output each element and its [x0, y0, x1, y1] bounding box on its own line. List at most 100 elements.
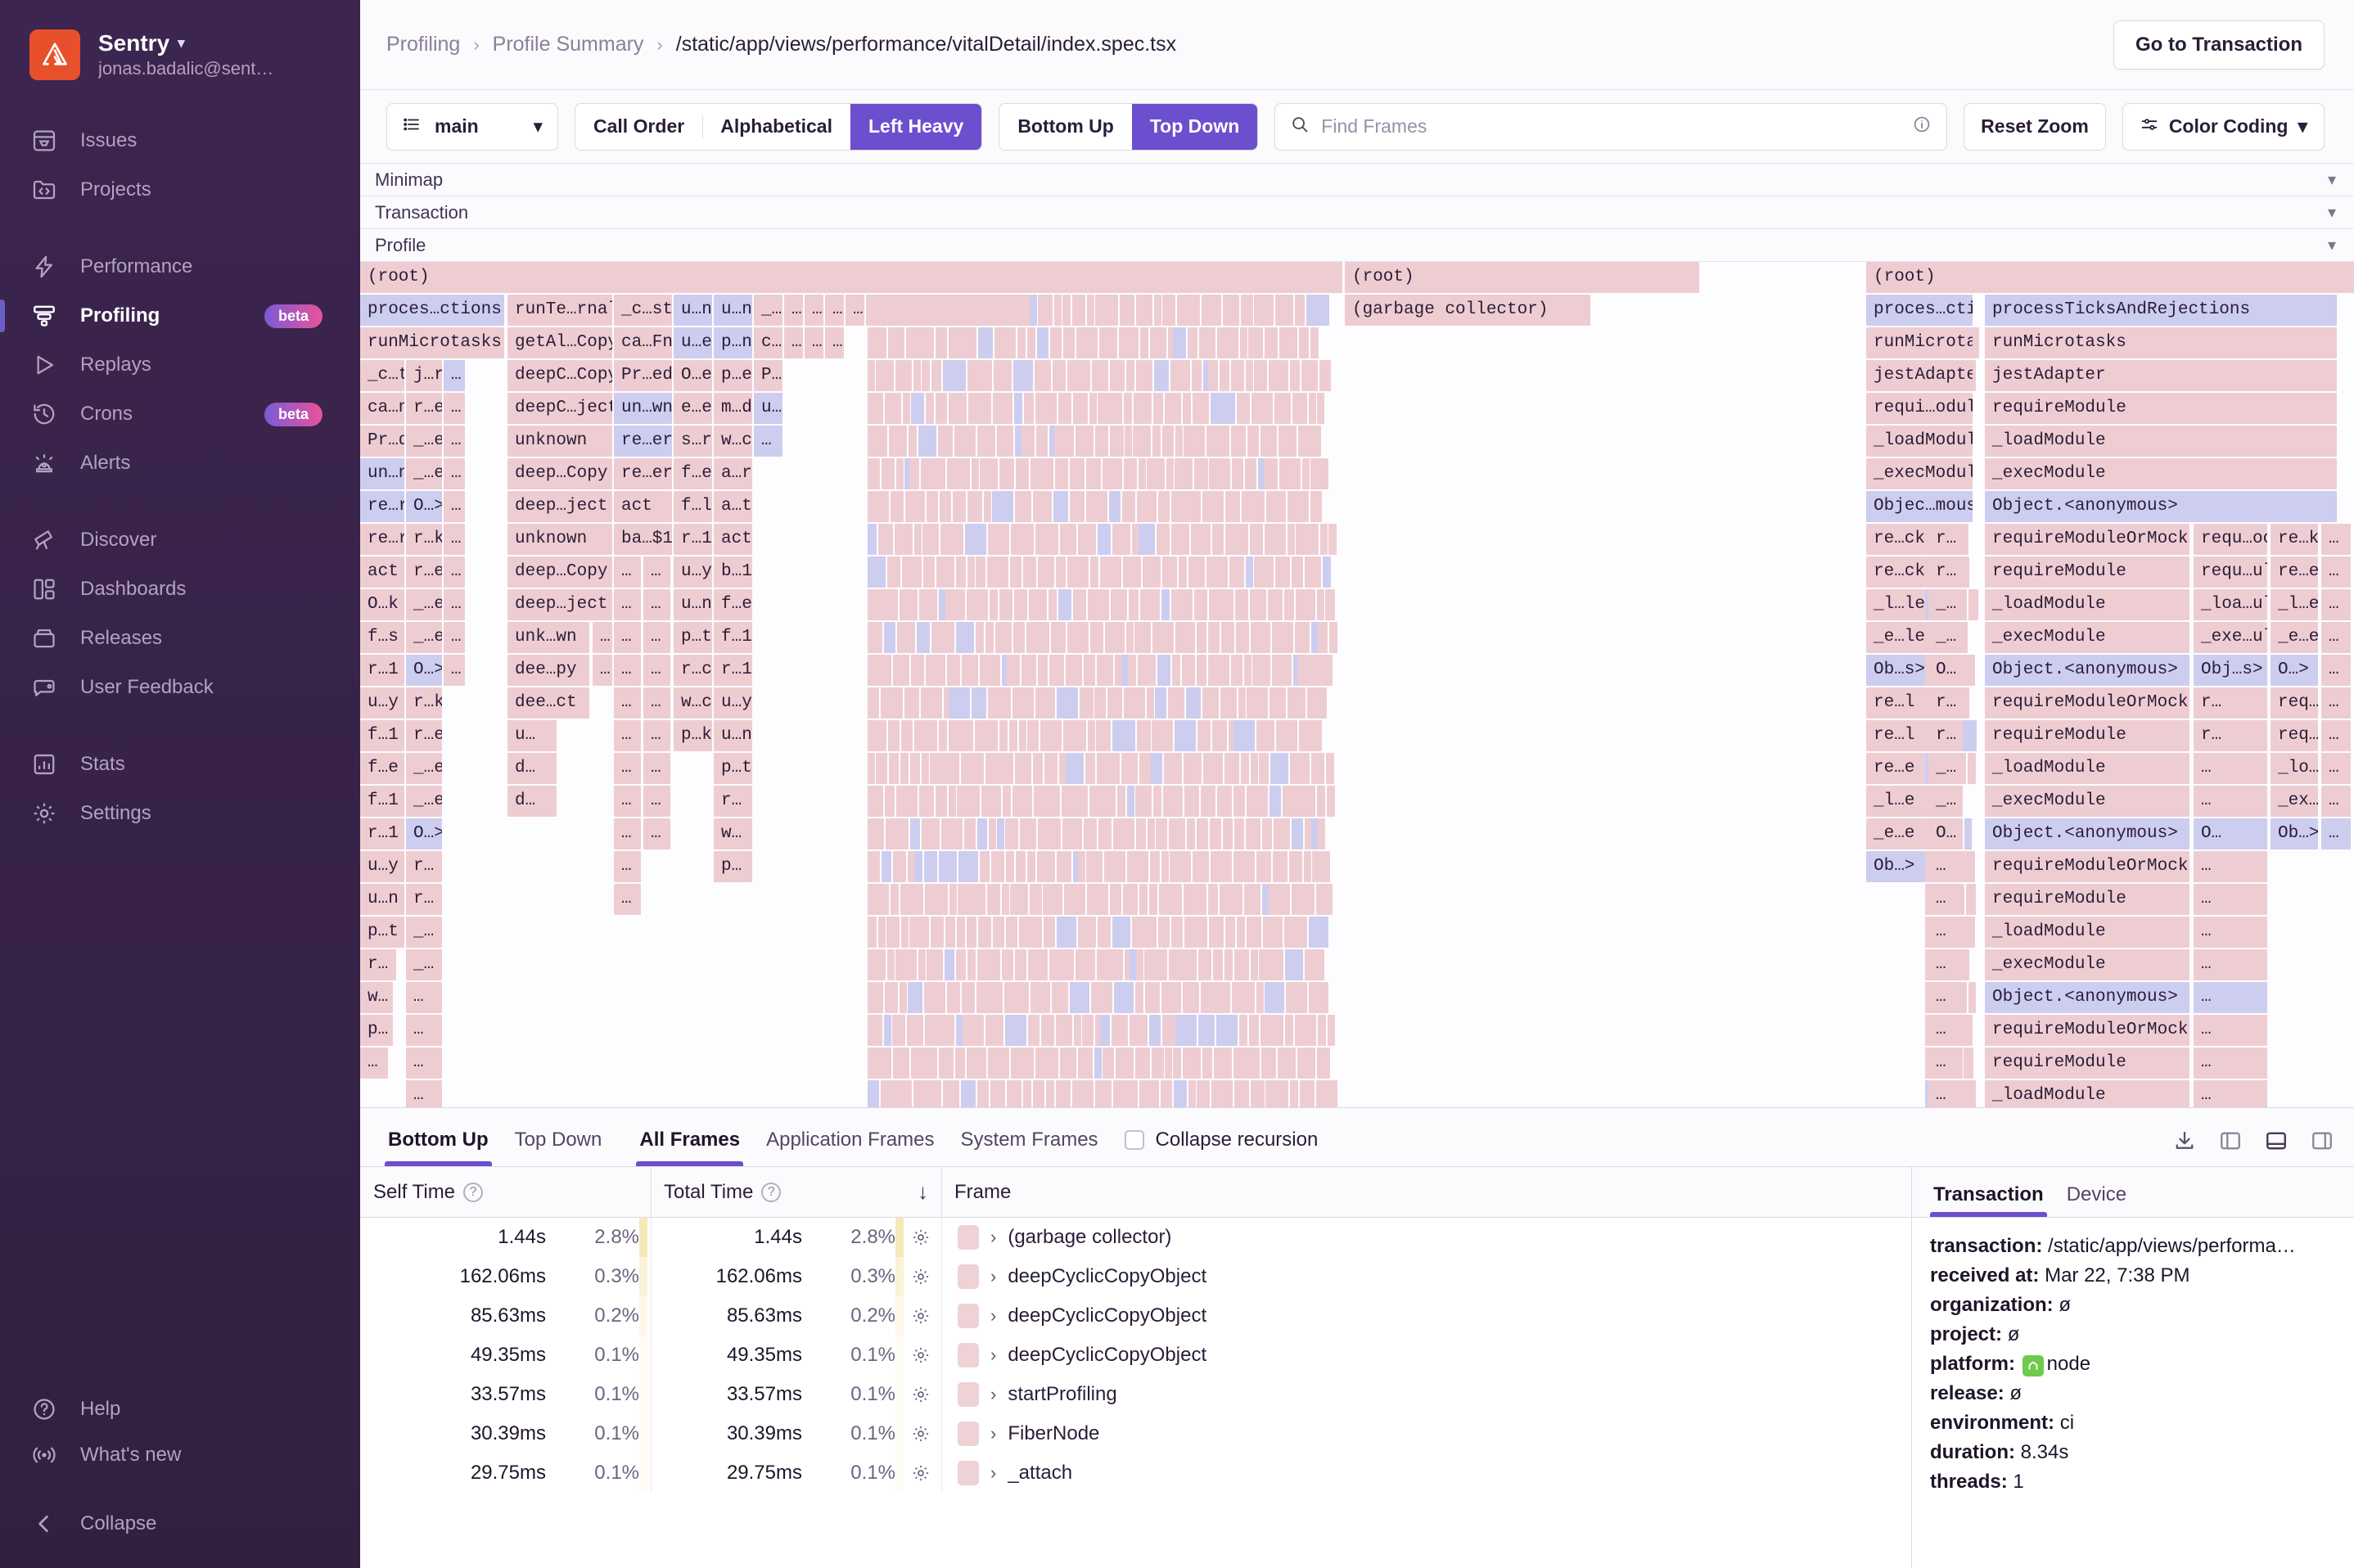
flamegraph-frame[interactable] — [1208, 622, 1220, 653]
flamegraph-frame[interactable] — [1175, 458, 1193, 489]
flamegraph-frame[interactable]: r… — [406, 884, 442, 915]
flamegraph-frame[interactable] — [1232, 982, 1255, 1013]
flamegraph-frame[interactable] — [1099, 327, 1117, 358]
flamegraph-frame[interactable]: w… — [360, 982, 393, 1013]
flamegraph-frame[interactable] — [1014, 589, 1027, 620]
flamegraph-frame[interactable] — [1015, 491, 1031, 522]
flamegraph-frame[interactable] — [888, 720, 900, 751]
flamegraph-frame[interactable] — [945, 949, 954, 980]
flamegraph-frame[interactable]: O… — [2194, 818, 2267, 849]
flamegraph-frame[interactable] — [1232, 458, 1243, 489]
flamegraph-frame[interactable] — [1225, 491, 1240, 522]
flamegraph-frame[interactable] — [1027, 327, 1035, 358]
flamegraph-frame[interactable]: … — [784, 295, 803, 326]
flamegraph-frame[interactable] — [1296, 786, 1315, 817]
flamegraph-frame[interactable]: … — [754, 426, 782, 457]
flamegraph-frame[interactable] — [936, 393, 947, 424]
flamegraph-frame[interactable] — [1126, 622, 1134, 653]
flamegraph-frame[interactable] — [1073, 589, 1086, 620]
chevron-down-icon[interactable]: ▾ — [2328, 169, 2336, 190]
flamegraph-frame[interactable] — [1165, 393, 1181, 424]
flamegraph-frame[interactable] — [1317, 786, 1325, 817]
flamegraph-frame[interactable] — [1172, 655, 1180, 686]
flamegraph-frame[interactable] — [1053, 491, 1068, 522]
flamegraph-frame[interactable]: … — [2321, 655, 2351, 686]
flamegraph-frame[interactable] — [876, 753, 887, 784]
flamegraph-frame[interactable] — [1035, 687, 1055, 719]
flamegraph-frame[interactable] — [1251, 622, 1270, 653]
flamegraph-frame[interactable]: … — [614, 622, 641, 653]
flamegraph-frame[interactable] — [992, 753, 1013, 784]
flamegraph-frame[interactable] — [900, 884, 923, 915]
flamegraph-frame[interactable]: … — [1928, 884, 1963, 915]
flamegraph-frame[interactable] — [1058, 589, 1071, 620]
flamegraph-frame[interactable] — [1972, 327, 1979, 358]
flamegraph-frame[interactable]: (garbage collector) — [1345, 295, 1590, 326]
flamegraph-frame[interactable] — [947, 458, 970, 489]
flamegraph-frame[interactable] — [1220, 884, 1242, 915]
flamegraph-frame[interactable] — [1100, 556, 1121, 588]
tab-all-frames[interactable]: All Frames — [626, 1129, 753, 1166]
table-row[interactable]: 29.75ms0.1%29.75ms0.1%›_attach — [360, 1453, 1911, 1493]
flamegraph-frame[interactable] — [1066, 655, 1082, 686]
flamegraph-frame[interactable] — [886, 917, 900, 948]
flamegraph-frame[interactable] — [1060, 1048, 1076, 1079]
flamegraph-frame[interactable] — [1127, 851, 1148, 882]
flamegraph-frame[interactable] — [1148, 556, 1161, 588]
flamegraph-frame[interactable] — [1058, 393, 1071, 424]
flamegraph-frame[interactable]: _loa…ule — [2194, 589, 2267, 620]
flamegraph-frame[interactable] — [922, 360, 930, 391]
flamegraph-frame[interactable] — [941, 818, 963, 849]
flamegraph-frame[interactable]: … — [2194, 949, 2267, 980]
flamegraph-frame[interactable] — [1157, 524, 1170, 555]
flamegraph-frame[interactable] — [868, 786, 883, 817]
flamegraph-frame[interactable] — [967, 949, 976, 980]
flamegraph-frame[interactable]: r…e — [406, 393, 442, 424]
flamegraph-frame[interactable]: d… — [507, 753, 557, 784]
flamegraph-frame[interactable]: _…e — [406, 786, 442, 817]
flamegraph-frame[interactable]: … — [1928, 982, 1963, 1013]
flamegraph-frame[interactable]: _…e — [406, 622, 442, 653]
flamegraph-frame[interactable] — [1011, 1048, 1034, 1079]
flamegraph-frame[interactable] — [897, 622, 915, 653]
flamegraph-frame[interactable] — [1089, 393, 1097, 424]
flamegraph-frame[interactable] — [1197, 1080, 1210, 1108]
flamegraph-frame[interactable] — [1070, 458, 1085, 489]
flamegraph-frame[interactable] — [1320, 524, 1328, 555]
flamegraph-frame[interactable] — [868, 556, 886, 588]
flamegraph-frame[interactable] — [1220, 360, 1229, 391]
flamegraph-frame[interactable] — [1112, 720, 1135, 751]
flamegraph-frame[interactable]: … — [643, 720, 670, 751]
flamegraph-frame[interactable] — [939, 720, 947, 751]
flamegraph-frame[interactable] — [1103, 753, 1120, 784]
flamegraph-frame[interactable] — [1217, 393, 1235, 424]
flamegraph-frame[interactable] — [1239, 1080, 1249, 1108]
flamegraph-frame[interactable]: requireModuleOrMock — [1985, 524, 2189, 555]
flamegraph-frame[interactable] — [891, 491, 904, 522]
flamegraph-frame[interactable] — [1262, 818, 1272, 849]
flamegraph-frame[interactable] — [1125, 426, 1132, 457]
flamegraph-frame[interactable] — [1035, 524, 1058, 555]
flamegraph-frame[interactable] — [868, 1080, 879, 1108]
flamegraph-frame[interactable]: … — [406, 1080, 442, 1108]
flamegraph-frame[interactable]: Pr…d — [360, 426, 404, 457]
flamegraph-frame[interactable]: s…r — [674, 426, 712, 457]
flamegraph-frame[interactable] — [1202, 1048, 1212, 1079]
flamegraph-frame[interactable] — [1287, 524, 1295, 555]
flamegraph-frame[interactable]: … — [444, 655, 465, 686]
flamegraph-frame[interactable] — [1033, 753, 1043, 784]
flamegraph-frame[interactable] — [1223, 295, 1239, 326]
flamegraph-frame[interactable] — [924, 851, 937, 882]
flamegraph-frame[interactable]: runMicrotasks — [1866, 327, 1973, 358]
flamegraph-frame[interactable]: … — [614, 556, 641, 588]
flamegraph-frame[interactable] — [890, 982, 898, 1013]
expand-caret-icon[interactable]: › — [990, 1345, 996, 1366]
flamegraph-frame[interactable]: c… — [754, 327, 782, 358]
flamegraph-frame[interactable] — [1028, 949, 1048, 980]
flamegraph-frame[interactable] — [1019, 917, 1042, 948]
flamegraph-frame[interactable]: … — [614, 884, 641, 915]
flamegraph-frame[interactable]: O…> — [406, 491, 442, 522]
flamegraph-frame[interactable]: p…k — [674, 720, 712, 751]
flamegraph-frame[interactable] — [994, 327, 1016, 358]
table-row[interactable]: 85.63ms0.2%85.63ms0.2%›deepCyclicCopyObj… — [360, 1296, 1911, 1336]
